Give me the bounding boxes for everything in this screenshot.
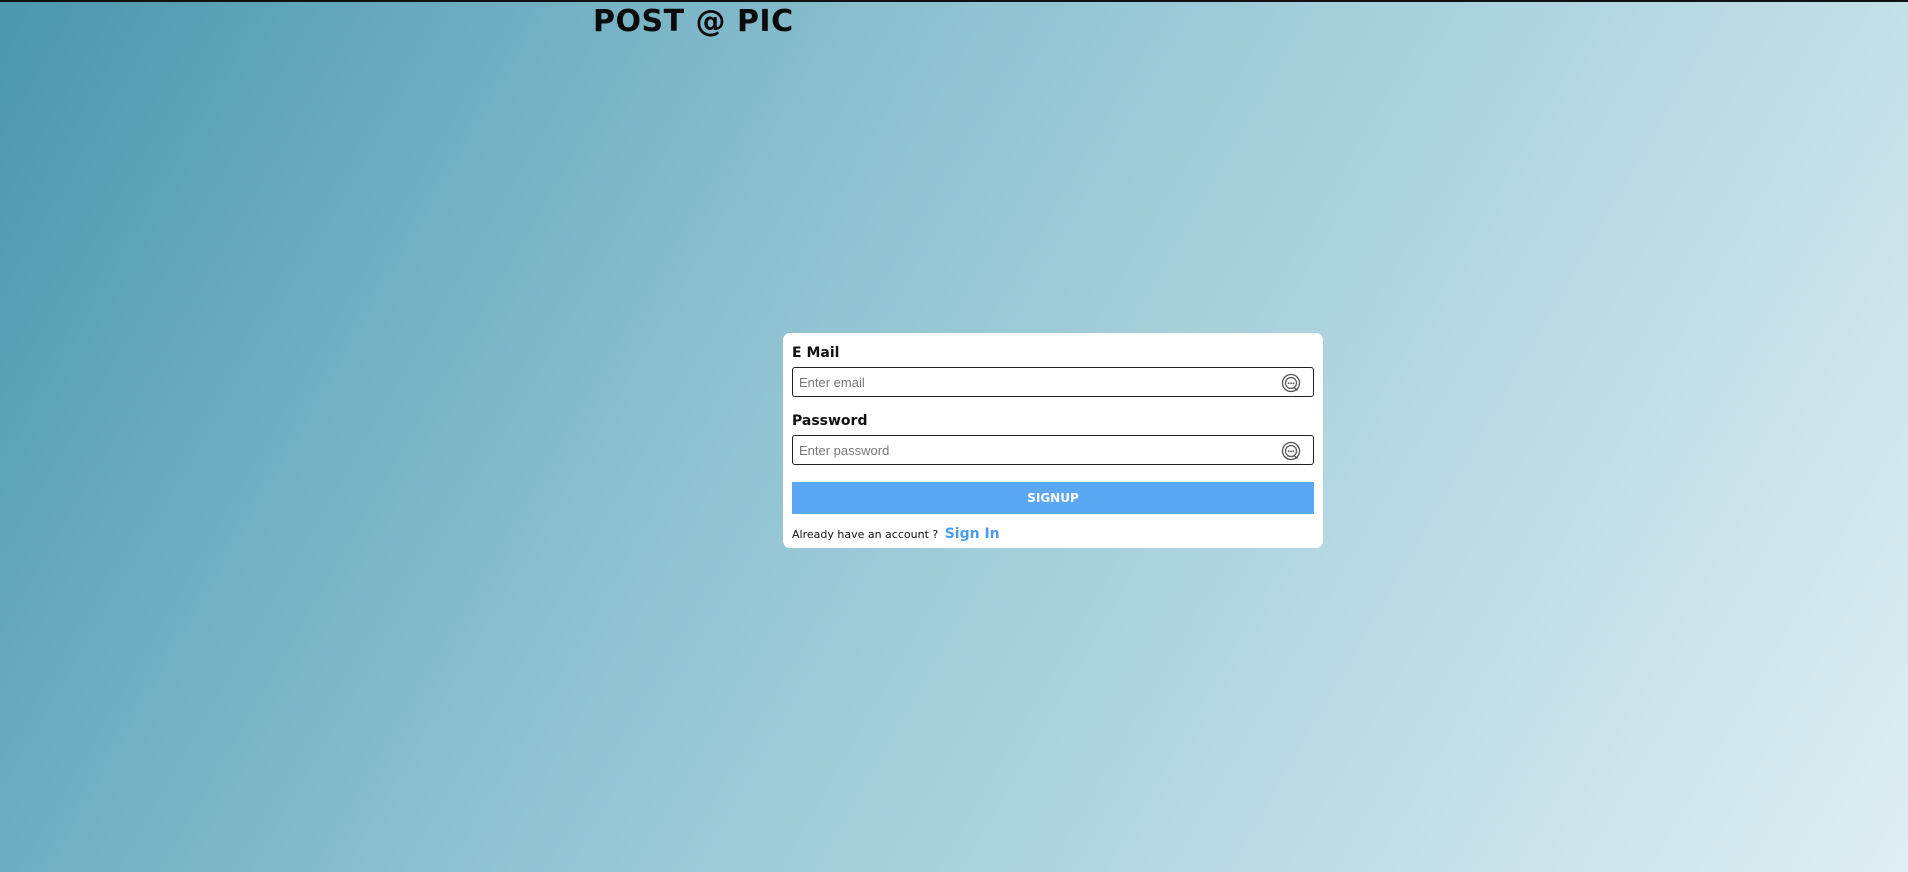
password-field[interactable] [793,436,1263,464]
signin-link[interactable]: Sign In [945,526,1000,542]
password-label: Password [792,413,868,429]
email-field-wrapper [792,367,1314,397]
signup-button[interactable]: SIGNUP [792,482,1314,514]
app-title: POST @ PIC [593,4,794,39]
email-field[interactable] [793,368,1263,396]
signin-prompt: Already have an account ? Sign In [792,525,1314,543]
password-manager-icon[interactable] [1281,441,1301,461]
password-manager-icon[interactable] [1281,373,1301,393]
password-field-wrapper [792,435,1314,465]
email-label: E Mail [792,345,840,361]
signin-prompt-text: Already have an account ? [792,528,939,541]
signup-card: E Mail Password [783,333,1323,548]
